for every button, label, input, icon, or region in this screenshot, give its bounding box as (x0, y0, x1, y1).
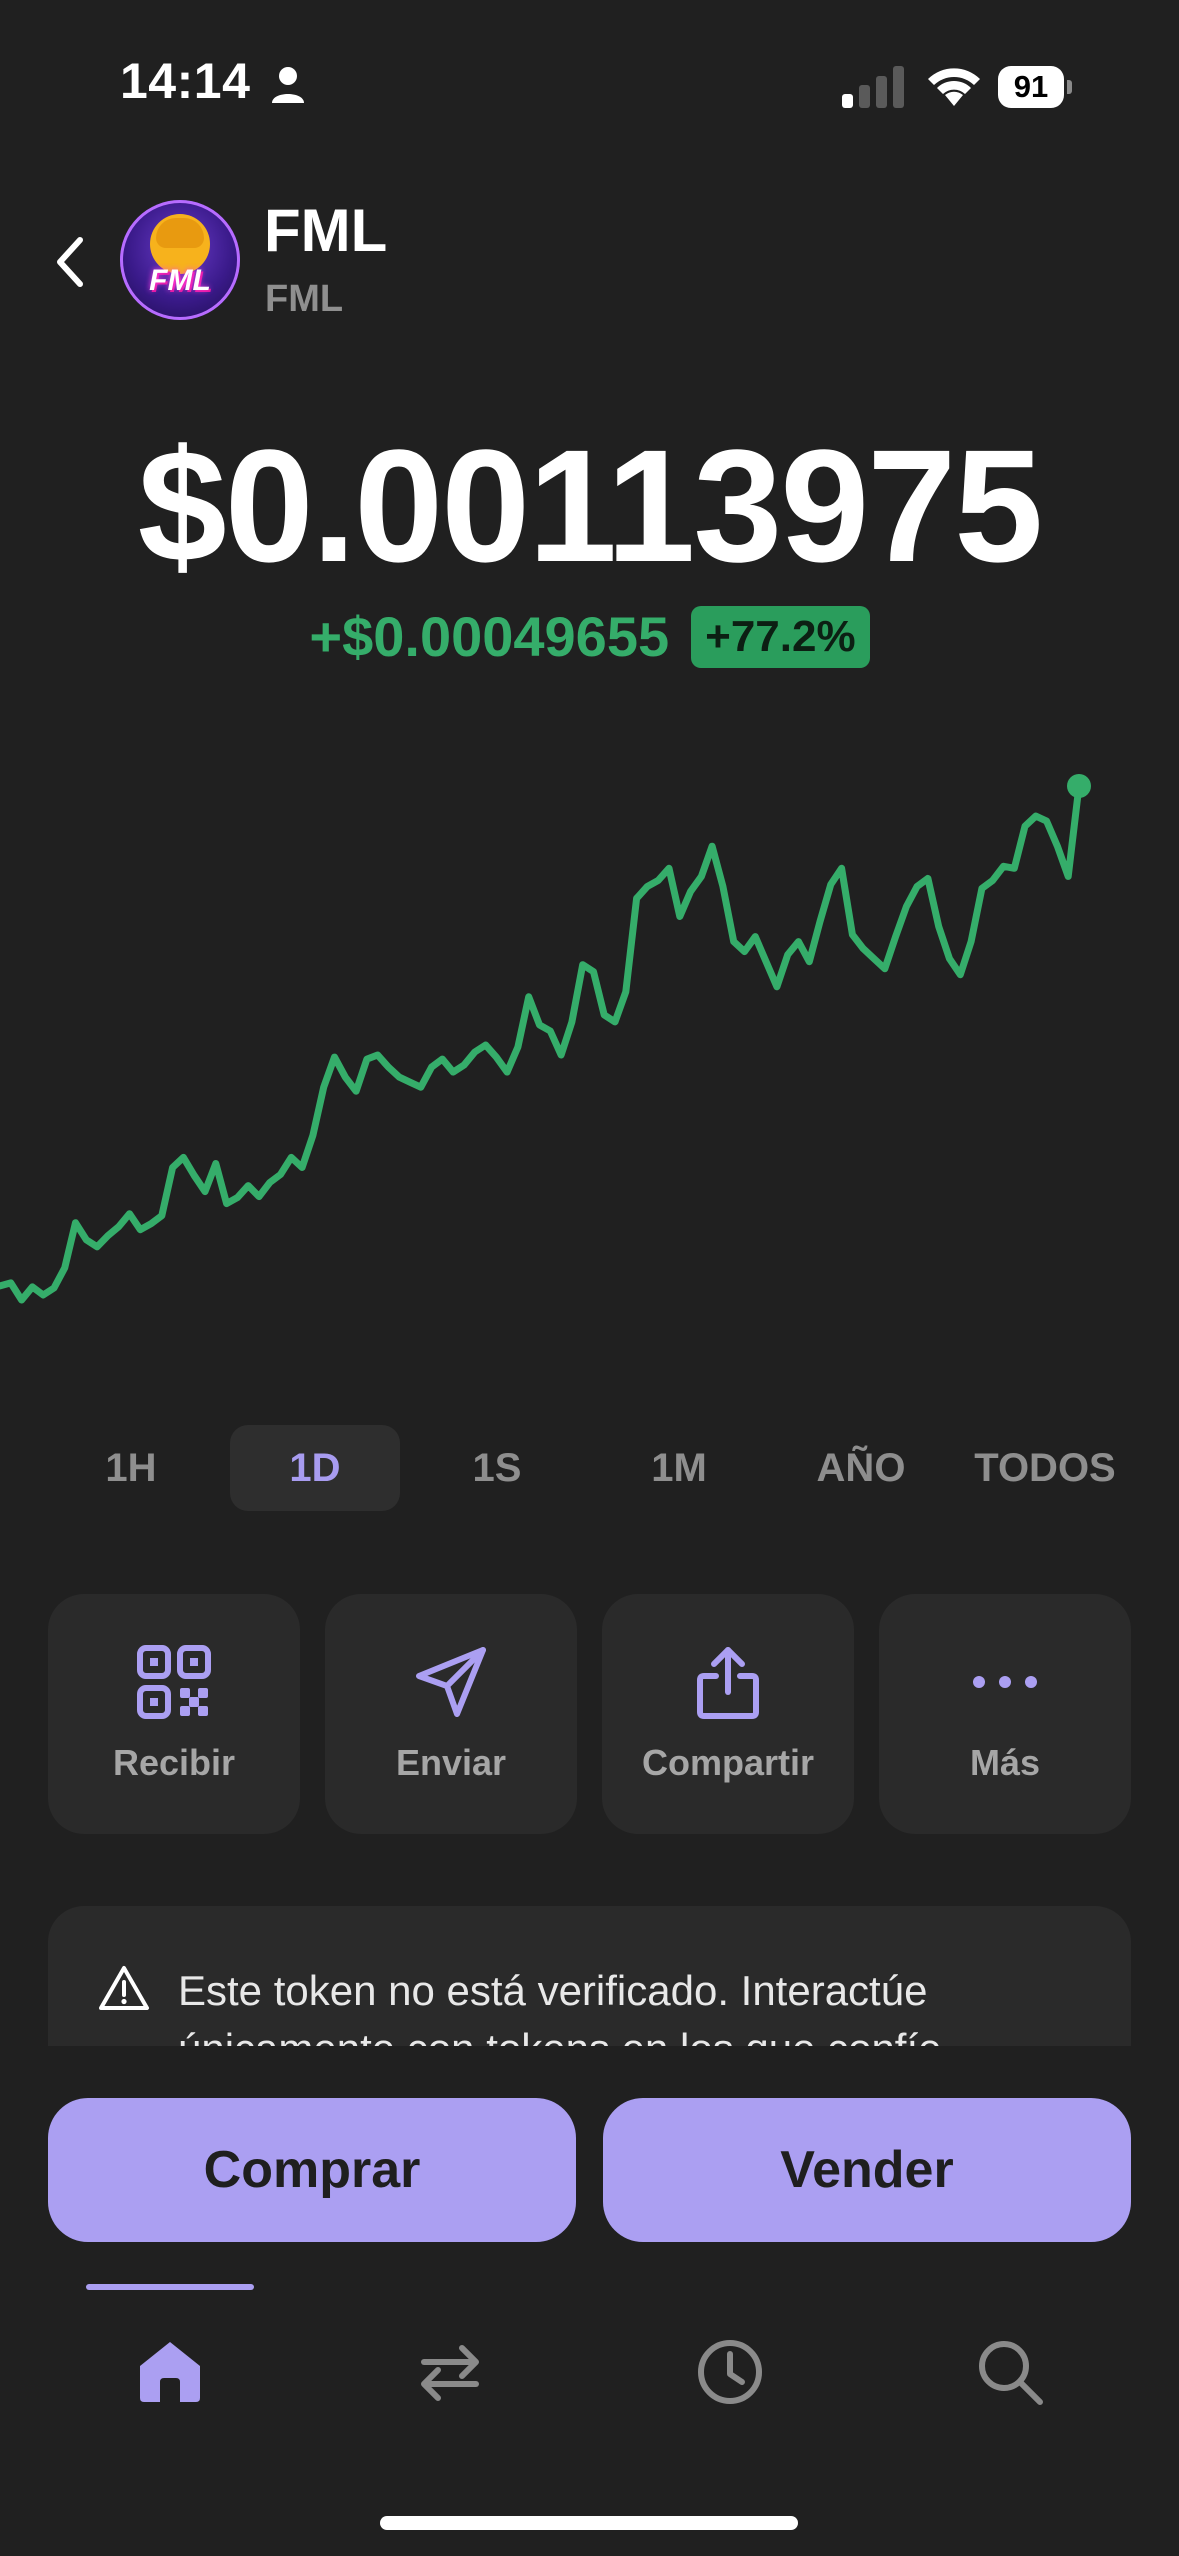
more-icon (973, 1676, 1037, 1688)
token-logo-text: FML (149, 264, 211, 297)
wifi-icon (928, 68, 980, 106)
timeframe-tab-1s[interactable]: 1S (412, 1425, 582, 1511)
token-symbol: FML (265, 278, 344, 320)
receive-button[interactable]: Recibir (48, 1594, 300, 1834)
latest-price-marker (1067, 774, 1091, 798)
send-label: Enviar (395, 1742, 507, 1783)
battery-indicator: 91 (998, 66, 1072, 108)
buy-button[interactable]: Comprar (48, 2098, 576, 2242)
price-change-percent-badge: +77.2% (691, 605, 870, 668)
timeframe-tab-1h[interactable]: 1H (46, 1425, 216, 1511)
receive-label: Recibir (112, 1742, 236, 1783)
timeframe-tab-1m[interactable]: 1M (594, 1425, 764, 1511)
timeframe-tab-año[interactable]: AÑO (776, 1425, 946, 1511)
timeframe-tab-todos[interactable]: TODOS (960, 1425, 1130, 1511)
battery-cap (1067, 80, 1072, 94)
price-chart[interactable] (0, 740, 1179, 1360)
warning-triangle-icon (99, 1966, 149, 2010)
send-icon (416, 1647, 486, 1717)
history-icon[interactable] (694, 2336, 766, 2408)
home-indicator-bar (380, 2516, 798, 2530)
price-line (0, 782, 1083, 1304)
back-chevron-icon[interactable] (48, 232, 94, 292)
battery-level: 91 (998, 66, 1064, 108)
warning-text: Este token no está verificado. Interactú… (178, 1967, 953, 2046)
active-tab-indicator (86, 2284, 254, 2290)
unverified-token-warning[interactable]: Este token no está verificado. Interactú… (48, 1906, 1131, 2046)
person-icon (272, 67, 304, 103)
token-logo: FML (120, 200, 240, 320)
price-change-row: +$0.00049655 +77.2% (0, 604, 1179, 669)
search-icon[interactable] (974, 2336, 1046, 2408)
more-button[interactable]: Más (879, 1594, 1131, 1834)
token-name: FML (264, 197, 388, 264)
status-time: 14:14 (120, 53, 251, 109)
more-label: Más (969, 1742, 1041, 1783)
cellular-signal-icon (842, 66, 904, 108)
send-button[interactable]: Enviar (325, 1594, 577, 1834)
sell-button[interactable]: Vender (603, 2098, 1131, 2242)
share-icon (697, 1647, 759, 1719)
swap-icon[interactable] (414, 2336, 486, 2408)
home-icon[interactable] (134, 2336, 206, 2408)
share-button[interactable]: Compartir (602, 1594, 854, 1834)
share-label: Compartir (641, 1742, 815, 1783)
hand-icon (156, 218, 204, 248)
price-change-absolute: +$0.00049655 (309, 605, 670, 668)
timeframe-tab-1d[interactable]: 1D (230, 1425, 400, 1511)
qr-code-icon (137, 1645, 211, 1719)
token-price: $0.00113975 (137, 416, 1043, 595)
